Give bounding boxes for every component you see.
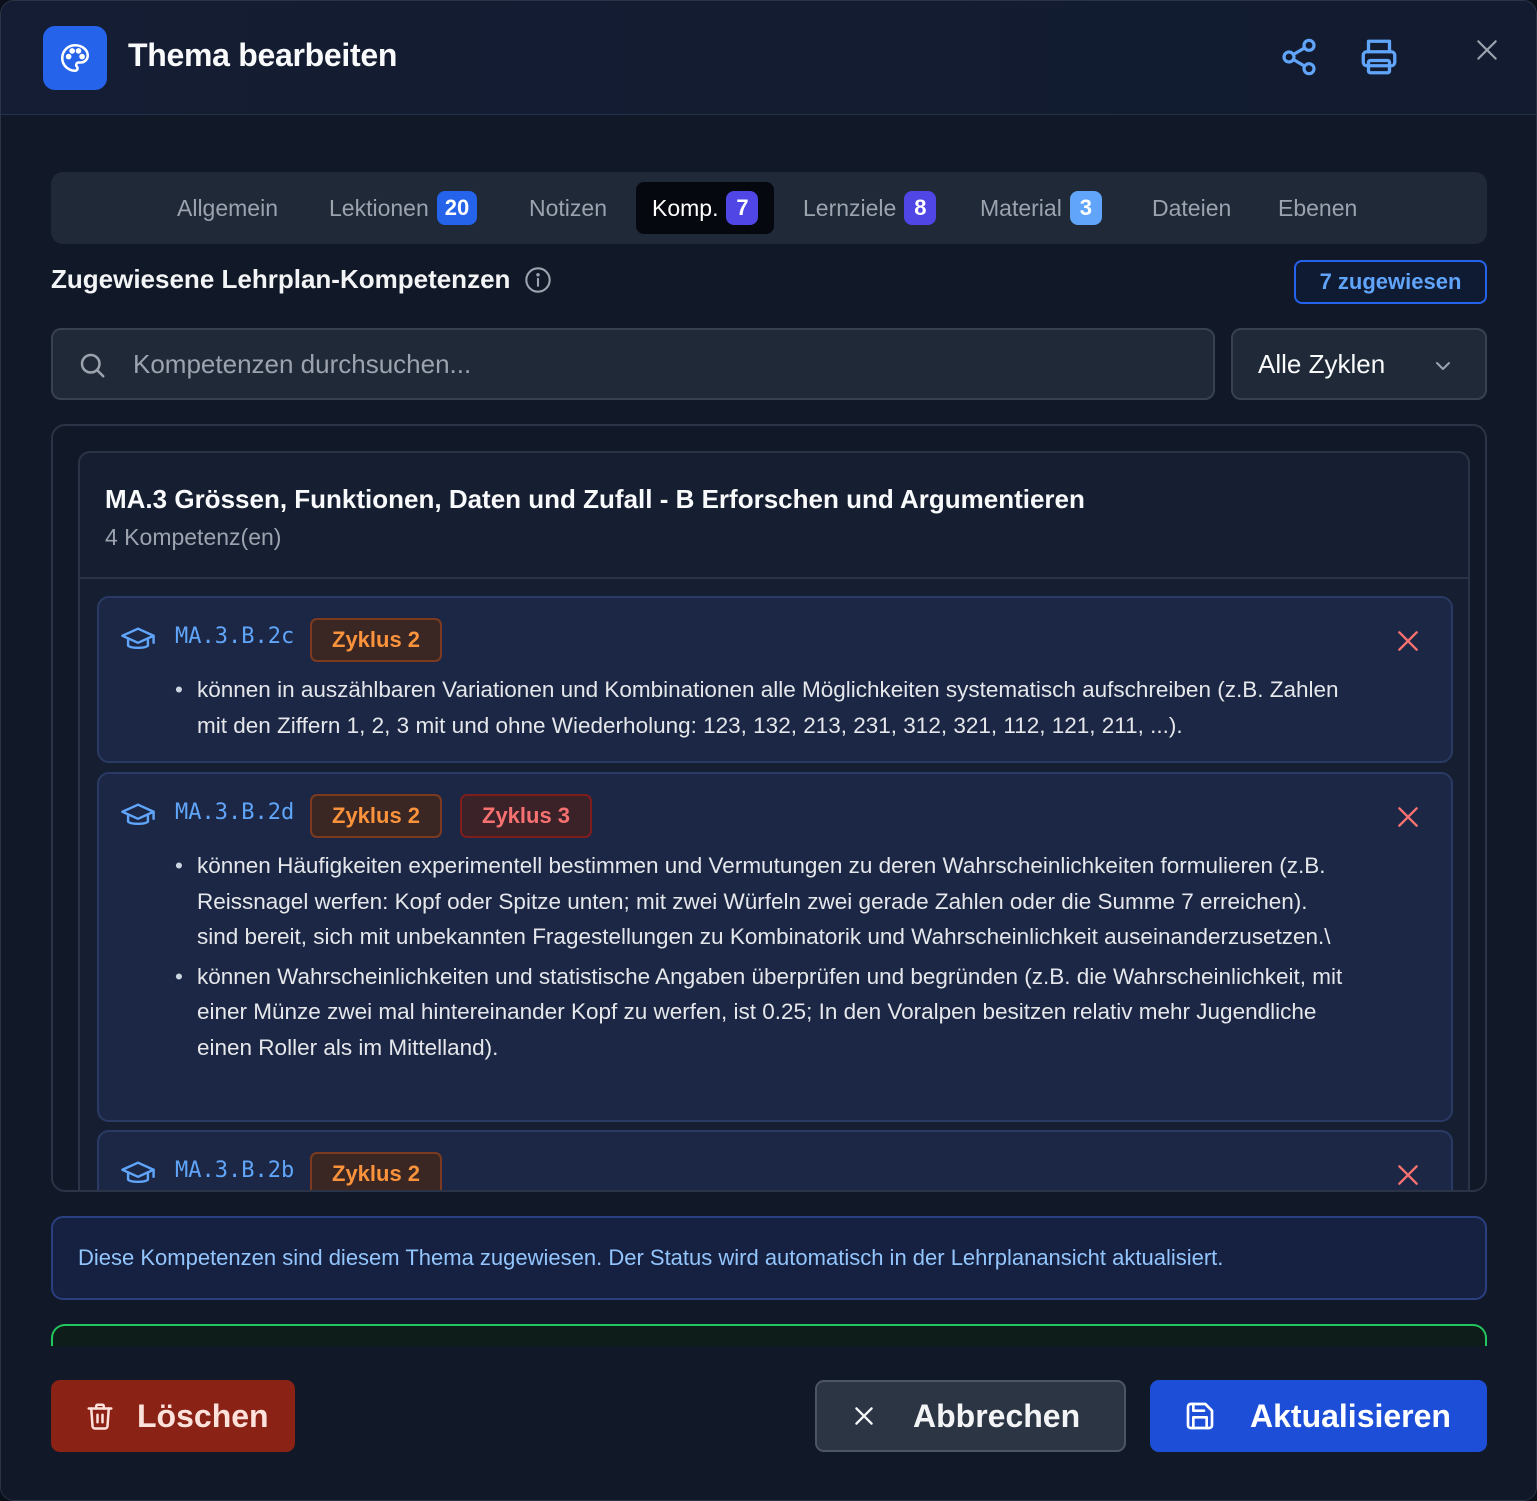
competency-description: können Häufigkeiten experimentell bestim… — [175, 848, 1355, 1069]
search-input[interactable] — [133, 342, 1193, 386]
cancel-label: Abbrechen — [913, 1397, 1081, 1434]
competency-item: MA.3.B.2c Zyklus 2 können in auszählbare… — [97, 596, 1453, 763]
competency-item: MA.3.B.2d Zyklus 2 Zyklus 3 können Häufi… — [97, 772, 1453, 1122]
palette-icon — [43, 26, 107, 90]
graduation-cap-icon — [121, 803, 155, 825]
description-bullet: können in auszählbaren Variationen und K… — [175, 672, 1355, 743]
close-icon — [855, 1407, 873, 1425]
tab-label: Dateien — [1152, 194, 1232, 221]
close-icon — [1477, 40, 1497, 60]
remove-icon[interactable] — [1395, 804, 1421, 830]
group-count: 4 Kompetenz(en) — [105, 524, 282, 550]
section-title: Zugewiesene Lehrplan-Kompetenzen — [51, 264, 552, 295]
update-button[interactable]: Aktualisieren — [1150, 1380, 1487, 1452]
remove-icon[interactable] — [1395, 628, 1421, 654]
print-button[interactable] — [1357, 35, 1401, 79]
update-label: Aktualisieren — [1250, 1397, 1451, 1434]
chevron-down-icon — [1436, 362, 1450, 370]
tab-notizen[interactable]: Notizen — [513, 182, 623, 234]
tab-bar: Allgemein Lektionen 20 Notizen Komp. 7 L… — [51, 172, 1487, 244]
group-title: MA.3 Grössen, Funktionen, Daten und Zufa… — [105, 484, 1085, 514]
tab-allgemein[interactable]: Allgemein — [161, 182, 294, 234]
competency-code: MA.3.B.2b — [175, 1158, 295, 1183]
share-icon — [1282, 38, 1316, 76]
info-message: Diese Kompetenzen sind diesem Thema zuge… — [51, 1216, 1487, 1300]
tab-label: Komp. — [652, 194, 719, 221]
count-badge: 20 — [436, 191, 478, 225]
search-icon — [80, 353, 105, 378]
tab-material[interactable]: Material 3 — [964, 182, 1118, 234]
tab-lektionen[interactable]: Lektionen 20 — [313, 182, 493, 234]
competency-description: können in auszählbaren Variationen und K… — [175, 672, 1355, 747]
remove-icon[interactable] — [1395, 1162, 1421, 1188]
delete-button[interactable]: Löschen — [51, 1380, 295, 1452]
cycle-badge: Zyklus 2 — [310, 794, 443, 838]
cycle-badge: Zyklus 2 — [310, 1152, 443, 1190]
tab-label: Lektionen — [329, 194, 429, 221]
tab-kompetenzen[interactable]: Komp. 7 — [636, 182, 775, 234]
tab-label: Ebenen — [1278, 194, 1358, 221]
dialog-footer: Löschen Abbrechen Aktualisieren — [1, 1346, 1536, 1500]
graduation-cap-icon — [121, 627, 155, 649]
count-badge: 3 — [1069, 191, 1102, 225]
tab-label: Lernziele — [803, 194, 897, 221]
trash-icon — [87, 1403, 113, 1430]
description-bullet: können Häufigkeiten experimentell bestim… — [175, 848, 1355, 955]
tab-lernziele[interactable]: Lernziele 8 — [787, 182, 952, 234]
dialog-title: Thema bearbeiten — [128, 37, 398, 73]
cancel-button[interactable]: Abbrechen — [815, 1380, 1126, 1452]
tab-dateien[interactable]: Dateien — [1136, 182, 1247, 234]
cycle-filter-select[interactable]: Alle Zyklen — [1231, 328, 1487, 400]
tab-ebenen[interactable]: Ebenen — [1262, 182, 1373, 234]
competency-code: MA.3.B.2d — [175, 800, 295, 825]
save-icon — [1186, 1402, 1214, 1430]
cycle-badge: Zyklus 3 — [460, 794, 593, 838]
description-bullet: können Wahrscheinlichkeiten und statisti… — [175, 959, 1355, 1066]
search-box — [51, 328, 1215, 400]
competency-group: MA.3 Grössen, Funktionen, Daten und Zufa… — [78, 451, 1470, 1190]
group-header: MA.3 Grössen, Funktionen, Daten und Zufa… — [80, 453, 1468, 579]
graduation-cap-icon — [121, 1161, 155, 1183]
tab-label: Material — [980, 194, 1062, 221]
share-button[interactable] — [1277, 35, 1321, 79]
section-title-text: Zugewiesene Lehrplan-Kompetenzen — [51, 264, 511, 294]
assigned-count-badge: 7 zugewiesen — [1294, 260, 1487, 304]
info-icon[interactable] — [524, 266, 552, 294]
competency-list[interactable]: MA.3 Grössen, Funktionen, Daten und Zufa… — [51, 424, 1487, 1192]
close-button[interactable] — [1465, 28, 1509, 72]
competency-code: MA.3.B.2c — [175, 624, 295, 649]
printer-icon — [1361, 39, 1397, 75]
count-badge: 8 — [904, 191, 937, 225]
tab-label: Notizen — [529, 194, 607, 221]
delete-label: Löschen — [137, 1397, 269, 1434]
edit-theme-dialog: Thema bearbeiten Allgemein Lektionen 20 — [0, 0, 1537, 1501]
count-badge: 7 — [726, 191, 759, 225]
competency-item: MA.3.B.2b Zyklus 2 — [97, 1130, 1453, 1190]
dialog-header: Thema bearbeiten — [1, 1, 1536, 115]
tab-label: Allgemein — [177, 194, 278, 221]
cycle-badge: Zyklus 2 — [310, 618, 443, 662]
select-value: Alle Zyklen — [1258, 348, 1386, 379]
